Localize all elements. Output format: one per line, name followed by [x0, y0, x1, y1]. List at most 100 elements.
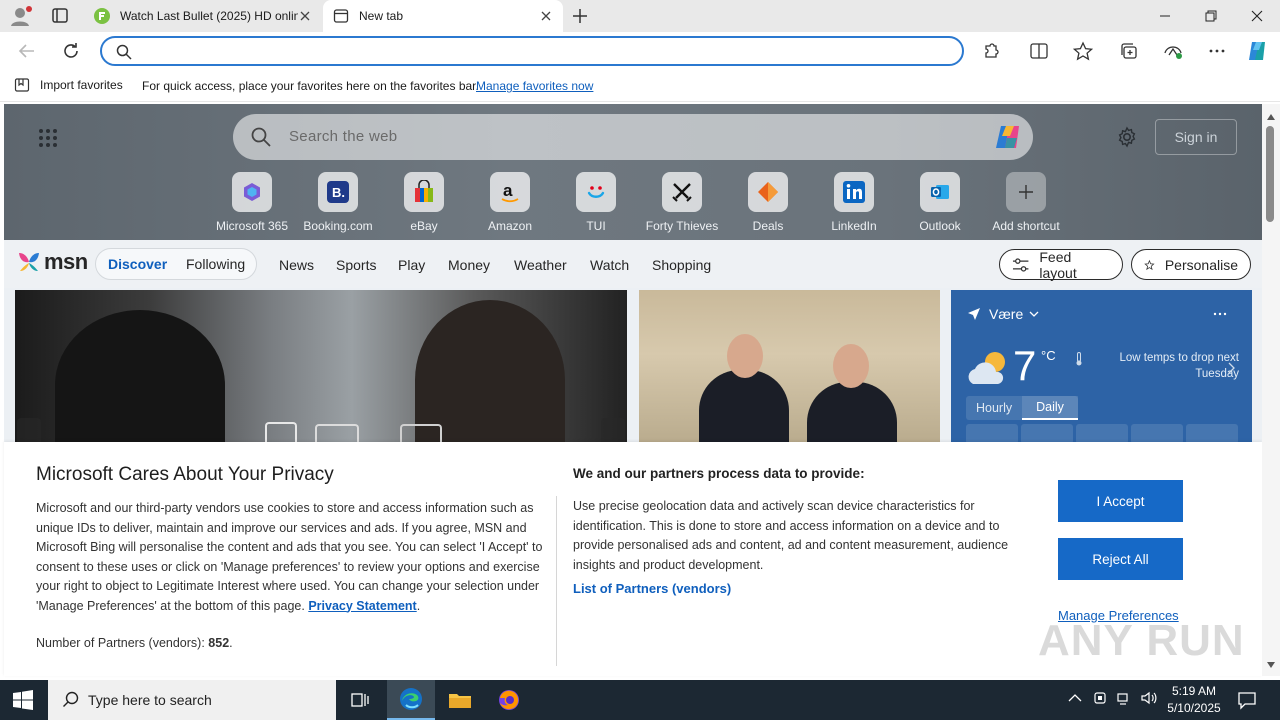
favorites-bar: Import favorites For quick access, place…: [0, 70, 1280, 102]
tab-actions-icon[interactable]: [48, 6, 72, 26]
svg-text:B.: B.: [332, 185, 345, 200]
close-tab-icon[interactable]: [298, 9, 312, 23]
collections-icon[interactable]: [1118, 41, 1140, 61]
tab-title: New tab: [359, 9, 404, 23]
tab-following[interactable]: Following: [186, 256, 245, 272]
shortcut-label: LinkedIn: [831, 219, 877, 233]
weather-tab-hourly[interactable]: Hourly: [966, 397, 1022, 419]
shortcut-ebay[interactable]: eBay: [381, 172, 467, 233]
profile-icon[interactable]: [8, 5, 34, 27]
back-button[interactable]: [16, 41, 38, 61]
reject-all-button[interactable]: Reject All: [1058, 538, 1183, 580]
web-search-box[interactable]: Search the web: [233, 114, 1033, 160]
news-card-image[interactable]: [639, 290, 940, 450]
scroll-up-arrow-icon[interactable]: [1266, 110, 1276, 120]
nav-sports[interactable]: Sports: [336, 257, 376, 273]
dialog-divider: [556, 496, 557, 666]
shortcut-forty-thieves[interactable]: Forty Thieves: [639, 172, 725, 233]
shortcut-outlook[interactable]: Outlook: [897, 172, 983, 233]
data-processing-body: Use precise geolocation data and activel…: [573, 499, 1009, 572]
page-scrollbar[interactable]: [1262, 104, 1280, 676]
thermometer-icon: [1075, 352, 1083, 369]
volume-icon[interactable]: [1140, 690, 1158, 706]
manage-favorites-link[interactable]: Manage favorites now: [476, 79, 593, 93]
weather-tab-daily[interactable]: Daily: [1022, 396, 1078, 420]
weather-location[interactable]: Være: [967, 306, 1039, 322]
performance-icon[interactable]: [1162, 41, 1184, 61]
taskbar-search-box[interactable]: Type here to search: [48, 680, 336, 720]
sign-in-button[interactable]: Sign in: [1155, 119, 1237, 155]
privacy-consent-dialog: Microsoft Cares About Your Privacy Micro…: [4, 442, 1262, 676]
shortcut-linkedin[interactable]: LinkedIn: [811, 172, 897, 233]
personalise-button[interactable]: Personalise: [1131, 249, 1251, 280]
apps-grid-icon[interactable]: [38, 128, 58, 148]
outlook-icon: [931, 185, 949, 199]
tab-new-tab[interactable]: New tab: [323, 0, 563, 32]
shortcut-microsoft-365[interactable]: Microsoft 365: [209, 172, 295, 233]
shortcut-deals[interactable]: Deals: [725, 172, 811, 233]
address-bar[interactable]: [100, 36, 964, 66]
shortcuts-row: Microsoft 365 B. Booking.com eBay a Amaz…: [209, 172, 1069, 233]
close-window-button[interactable]: [1242, 6, 1272, 26]
new-tab-button[interactable]: [570, 6, 590, 26]
chevron-up-icon[interactable]: [1068, 693, 1082, 703]
scroll-down-arrow-icon[interactable]: [1266, 658, 1276, 668]
amazon-icon: a: [501, 181, 519, 203]
device-icon[interactable]: [1092, 690, 1108, 706]
tab-watch-last-bullet[interactable]: Watch Last Bullet (2025) HD online: [84, 0, 322, 32]
favorites-star-icon[interactable]: [1072, 41, 1094, 61]
notifications-icon[interactable]: [1236, 690, 1258, 710]
ebay-icon: [415, 180, 433, 202]
nav-weather[interactable]: Weather: [514, 257, 567, 273]
copilot-icon[interactable]: [1246, 39, 1268, 60]
linkedin-icon: [843, 181, 865, 203]
address-input[interactable]: [140, 41, 940, 61]
nav-money[interactable]: Money: [448, 257, 490, 273]
import-favorites-button[interactable]: Import favorites: [14, 77, 123, 93]
close-tab-icon[interactable]: [539, 9, 553, 23]
msn-logo[interactable]: msn: [16, 249, 88, 275]
partly-cloudy-icon: [965, 348, 1013, 391]
chevron-right-icon[interactable]: [1227, 362, 1235, 377]
privacy-statement-link[interactable]: Privacy Statement: [308, 599, 416, 613]
minimize-button[interactable]: [1150, 6, 1180, 26]
nav-news[interactable]: News: [279, 257, 314, 273]
scrollbar-thumb[interactable]: [1266, 126, 1274, 222]
tag-icon: [758, 182, 778, 202]
feed-layout-button[interactable]: Feed layout: [999, 249, 1123, 281]
shortcut-booking[interactable]: B. Booking.com: [295, 172, 381, 233]
edge-taskbar-icon[interactable]: [387, 680, 435, 720]
weather-more-icon[interactable]: [1213, 304, 1227, 320]
privacy-body-text: Microsoft and our third-party vendors us…: [36, 501, 543, 613]
restore-button[interactable]: [1196, 6, 1226, 26]
network-icon[interactable]: [1116, 690, 1132, 706]
m365-icon: [244, 183, 260, 201]
shortcut-label: Microsoft 365: [215, 219, 289, 233]
file-explorer-icon[interactable]: [436, 680, 484, 720]
list-of-partners-link[interactable]: List of Partners (vendors): [573, 581, 731, 596]
more-menu-icon[interactable]: [1206, 41, 1228, 61]
extensions-icon[interactable]: [980, 41, 1002, 61]
taskbar-clock[interactable]: 5:19 AM 5/10/2025: [1162, 683, 1226, 717]
featured-news-image[interactable]: [15, 290, 627, 450]
nav-play[interactable]: Play: [398, 257, 425, 273]
accept-button[interactable]: I Accept: [1058, 480, 1183, 522]
partners-count: 852: [208, 636, 230, 650]
weather-card[interactable]: Være 7 °C Low temps to drop next Tuesday…: [951, 290, 1252, 450]
firefox-icon[interactable]: [485, 680, 533, 720]
reload-button[interactable]: [60, 41, 82, 61]
settings-gear-icon[interactable]: [1116, 126, 1138, 148]
split-screen-icon[interactable]: [1028, 41, 1050, 61]
add-shortcut-button[interactable]: Add shortcut: [983, 172, 1069, 233]
windows-taskbar: Type here to search 5:19 AM 5/10/2025: [0, 680, 1280, 720]
nav-shopping[interactable]: Shopping: [652, 257, 711, 273]
system-tray: [1068, 690, 1158, 706]
shortcut-amazon[interactable]: a Amazon: [467, 172, 553, 233]
weather-unit: °C: [1041, 348, 1056, 363]
windows-start-icon[interactable]: [12, 690, 34, 710]
copilot-search-icon[interactable]: [993, 122, 1025, 152]
shortcut-tui[interactable]: TUI: [553, 172, 639, 233]
tab-discover[interactable]: Discover: [108, 256, 167, 272]
nav-watch[interactable]: Watch: [590, 257, 629, 273]
task-view-icon[interactable]: [336, 680, 384, 720]
